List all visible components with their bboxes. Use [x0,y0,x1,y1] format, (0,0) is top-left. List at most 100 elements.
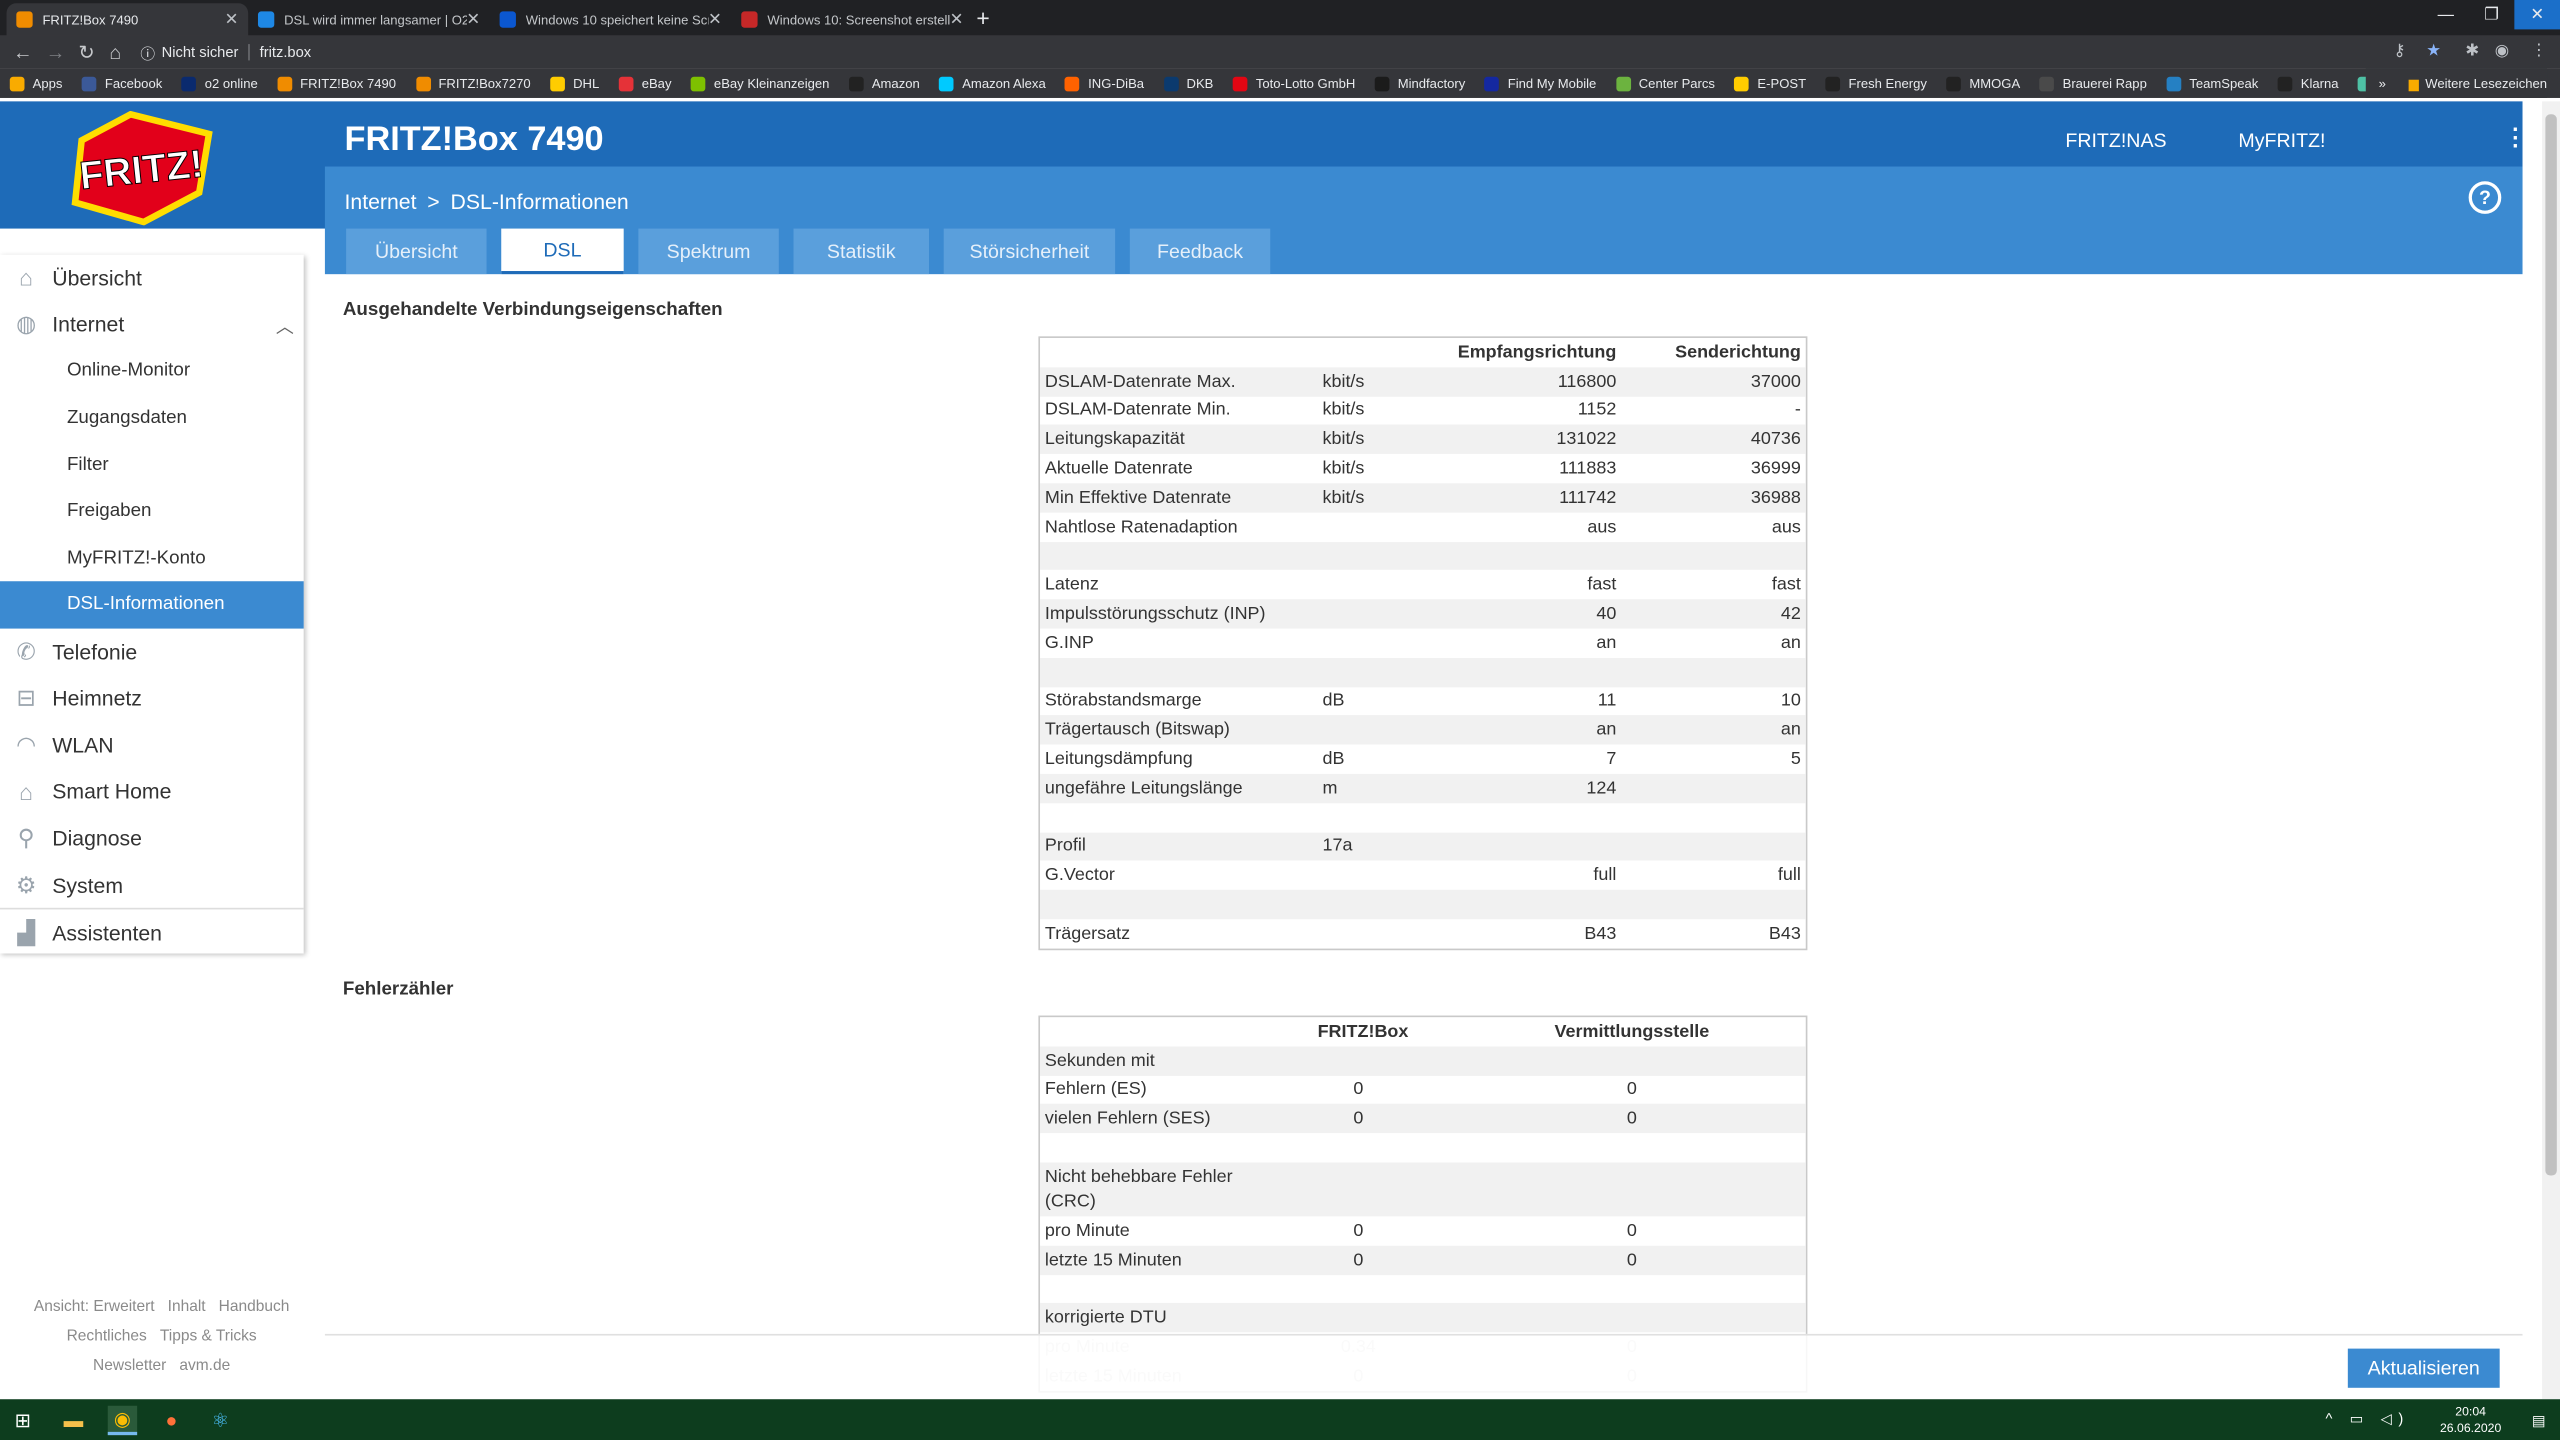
sidebar-item-telefonie[interactable]: ✆ Telefonie [0,628,304,675]
sidebar-item-assistenten[interactable]: ▟ Assistenten [0,908,304,955]
sidebar-item-online-monitor[interactable]: Online-Monitor [0,348,304,395]
tab-stoersicherheit[interactable]: Störsicherheit [943,228,1116,275]
sidebar-item-system[interactable]: ⚙ System [0,862,304,909]
tab-dsl[interactable]: DSL [501,228,624,275]
sidebar-item-heimnetz[interactable]: ⊟ Heimnetz [0,675,304,722]
nav-myfritz[interactable]: MyFRITZ! [2238,129,2325,152]
tab-close-icon[interactable]: ✕ [225,11,239,29]
bookmarks-overflow[interactable]: » ▆ Weitere Lesezeichen [2365,68,2548,98]
sidebar-item-myfritz-konto[interactable]: MyFRITZ!-Konto [0,535,304,582]
clock[interactable]: 20:04 26.06.2020 [2440,1404,2501,1437]
bookmark-item[interactable]: Facebook [82,75,162,91]
new-tab-button[interactable]: + [976,5,989,31]
tab-feedback[interactable]: Feedback [1129,228,1271,275]
key-icon[interactable]: ⚷ [2394,42,2406,60]
breadcrumb-parent[interactable]: Internet [344,189,416,213]
bookmark-item[interactable]: Mindfactory [1374,75,1465,91]
system-tray-icons[interactable]: ^ ▭ ◁) [2326,1411,2410,1429]
footer-content-link[interactable]: Inhalt [168,1298,206,1316]
reload-icon[interactable]: ↻ [78,41,94,64]
bookmark-item[interactable]: Find My Mobile [1484,75,1596,91]
page-scrollbar[interactable] [2542,101,2560,1400]
bookmark-item[interactable]: MMOGA [1946,75,2020,91]
browser-tab[interactable]: FRITZ!Box 7490 ✕ [6,3,249,36]
extension-icon[interactable]: ✱ [2465,42,2479,60]
fritz-logo[interactable]: FRITZ! [65,111,218,226]
bookmark-item[interactable]: FRITZ!Box 7490 [277,75,396,91]
bookmark-item[interactable]: ING-DiBa [1065,75,1144,91]
nav-fritznas[interactable]: FRITZ!NAS [2065,129,2166,152]
browser-tab[interactable]: DSL wird immer langsamer | O2 C ✕ [248,3,490,36]
bookmark-item[interactable]: o2 online [181,75,258,91]
bookmark-item[interactable]: eBay Kleinanzeigen [691,75,829,91]
tab-close-icon[interactable]: ✕ [708,11,722,29]
app-icon[interactable]: ⚛ [206,1406,235,1435]
row-label: Nicht behebbare Fehler (CRC) [1044,1167,1233,1212]
table-row: Sekunden mit [1040,1046,1806,1076]
footer-tips-link[interactable]: Tipps & Tricks [160,1327,257,1345]
footer-newsletter-link[interactable]: Newsletter [93,1357,166,1375]
omnibox-divider [248,44,250,61]
sidebar-item-übersicht[interactable]: ⌂ Übersicht [0,255,304,302]
restore-icon[interactable]: ❐ [2469,0,2515,29]
bookmark-item[interactable]: Center Parcs [1615,75,1715,91]
notification-icon[interactable]: ▤ [2527,1406,2550,1435]
bookmark-item[interactable]: Apps [9,75,62,91]
bookmark-item[interactable]: Toto-Lotto GmbH [1232,75,1355,91]
row-unit: kbit/s [1322,458,1365,479]
bookmark-item[interactable]: Amazon Alexa [939,75,1046,91]
scrollbar-thumb[interactable] [2545,114,2557,1176]
bookmark-item[interactable]: Fresh Energy [1825,75,1927,91]
more-bookmarks-chevron-icon[interactable]: » [2379,76,2386,91]
sidebar-item-filter[interactable]: Filter [0,441,304,488]
refresh-button[interactable]: Aktualisieren [2347,1348,2500,1388]
sidebar-item-internet[interactable]: ◍ Internet ︿ [0,301,304,348]
info-icon[interactable]: ⓘ [140,42,155,63]
forward-icon[interactable]: → [46,41,66,64]
sidebar-item-diagnose[interactable]: ⚲ Diagnose [0,815,304,862]
bookmark-item[interactable]: Amazon [848,75,920,91]
minimize-icon[interactable]: — [2423,0,2469,29]
bookmark-item[interactable]: DHL [550,75,599,91]
tab-close-icon[interactable]: ✕ [466,11,480,29]
bookmark-star-icon[interactable]: ★ [2426,42,2441,60]
back-icon[interactable]: ← [13,41,33,64]
bookmark-item[interactable]: Brauerei Rapp [2039,75,2147,91]
file-explorer-icon[interactable]: ▬ [59,1406,88,1435]
bookmark-item[interactable]: eBay [618,75,671,91]
url-text[interactable]: fritz.box [260,44,311,60]
security-label[interactable]: Nicht sicher [162,44,239,60]
bookmark-item[interactable]: E-POST [1734,75,1806,91]
bookmark-item[interactable]: Klarna [2277,75,2338,91]
help-icon[interactable]: ? [2468,181,2502,214]
footer-manual-link[interactable]: Handbuch [219,1298,290,1316]
page-menu-icon[interactable]: · · · [2511,118,2521,157]
bookmark-item[interactable]: DKB [1163,75,1213,91]
chevron-up-icon[interactable]: ︿ [276,313,294,339]
home-button-icon[interactable]: ⌂ [109,41,121,64]
browser-tab[interactable]: Windows 10 speichert keine Scre ✕ [490,3,732,36]
footer-avm-link[interactable]: avm.de [179,1357,230,1375]
omnibox[interactable]: ⓘ Nicht sicher fritz.box [140,39,2377,65]
windows-start-icon[interactable]: ⊞ [8,1406,37,1435]
chrome-icon[interactable]: ◉ [107,1405,138,1436]
footer-legal-link[interactable]: Rechtliches [67,1327,147,1345]
tab-uebersicht[interactable]: Übersicht [346,228,487,275]
sidebar-item-zugangsdaten[interactable]: Zugangsdaten [0,395,304,442]
bookmark-item[interactable]: TeamSpeak [2166,75,2258,91]
browser-menu-icon[interactable]: ⋮ [2531,42,2547,60]
window-close-icon[interactable]: ✕ [2514,0,2560,30]
sidebar-item-freigaben[interactable]: Freigaben [0,488,304,535]
sidebar-item-smart-home[interactable]: ⌂ Smart Home [0,768,304,815]
tab-statistik[interactable]: Statistik [793,228,930,275]
footer-view-link[interactable]: Ansicht: Erweitert [34,1298,155,1316]
sidebar-item-wlan[interactable]: ◠ WLAN [0,722,304,769]
other-bookmarks-link[interactable]: Weitere Lesezeichen [2425,76,2547,91]
bookmark-item[interactable]: FRITZ!Box7270 [415,75,531,91]
browser-tab[interactable]: Windows 10: Screenshot erstelle ✕ [731,3,973,36]
firefox-icon[interactable]: ● [157,1406,186,1435]
tab-close-icon[interactable]: ✕ [950,11,964,29]
tab-spektrum[interactable]: Spektrum [638,228,779,275]
sidebar-item-dsl-informationen[interactable]: DSL-Informationen [0,581,304,629]
profile-avatar-icon[interactable]: ◉ [2495,42,2509,60]
